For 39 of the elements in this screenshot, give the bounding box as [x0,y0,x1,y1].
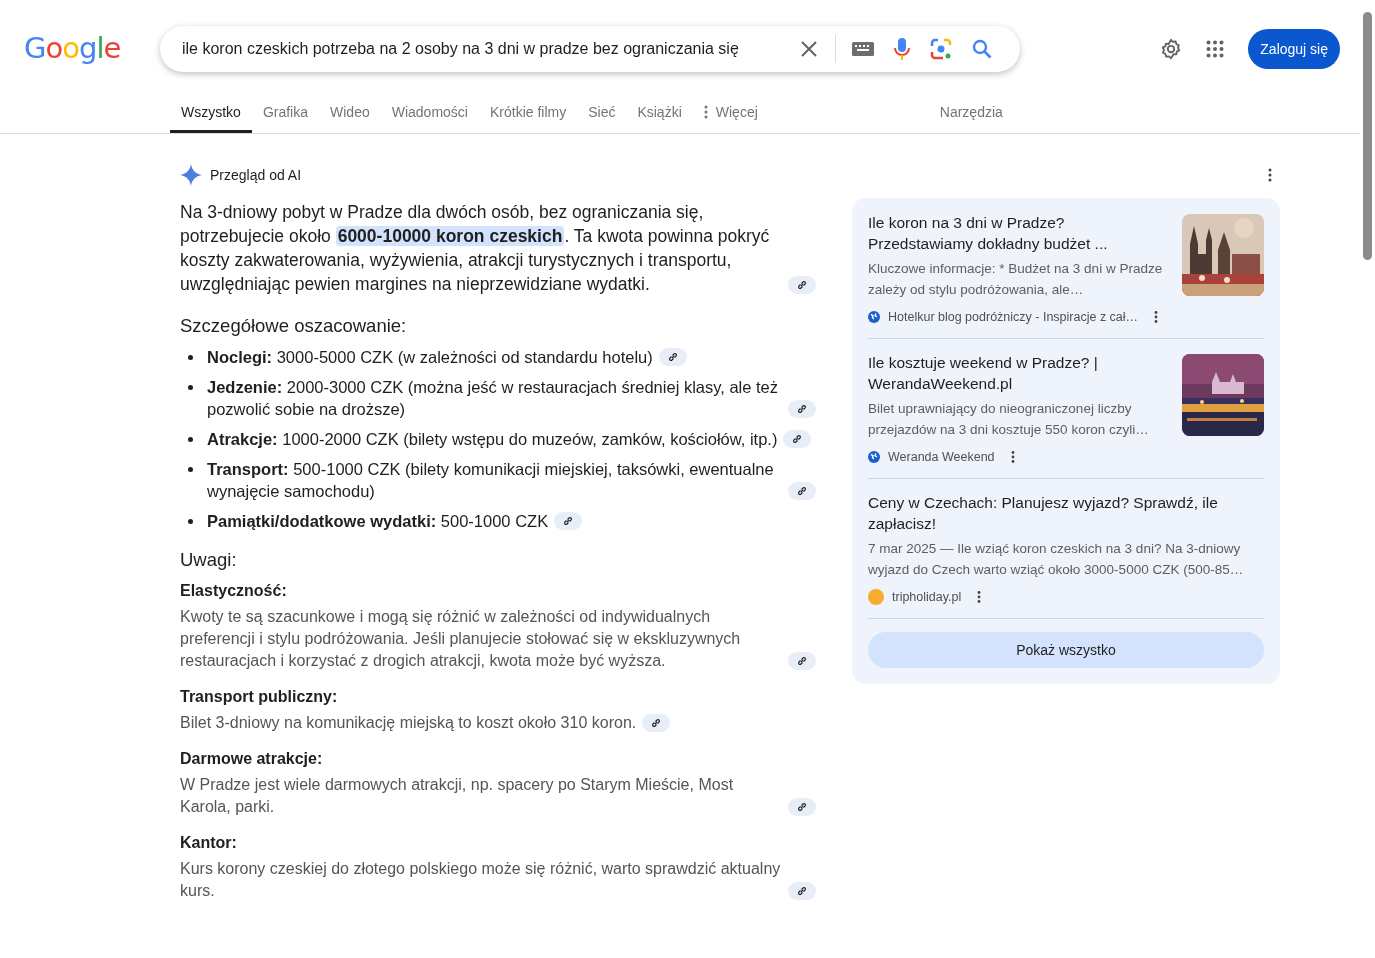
note-text: Kurs korony czeskiej do złotego polskiego może się różnić, warto sprawdzić aktualny kurs. [180,859,782,901]
tab[interactable]: Wszystko [170,104,252,133]
search-input[interactable]: ile koron czeskich potrzeba na 2 osoby na 3 dni w pradze bez ograniczania się [180,39,779,59]
source-snippet: 7 mar 2025 — Ile wziąć koron czeskich na 3 dni? Na 3-dniowy wyjazd do Czech warto wziąć około 3000-5000 CZK (500-85… [868,540,1245,579]
list-item-text: Transport: 500-1000 CZK (bilety komunikacji miejskiej, taksówki, ewentualne wynajęcie samochodu) [207,459,775,502]
note-text: Kwoty te są szacunkowe i mogą się różnić w zależności od indywidualnych preferencji i stylu podróżowania. Jeśli planujecie stołować się w ekskluzywnych restauracjach i korzystać z drogich atrakcji, kwota może być wyższa. [180,607,742,671]
list-item-text: Atrakcje: 1000-2000 CZK (bilety wstępu do muzeów, zamków, kościołów, itp.) [207,429,778,450]
tab[interactable]: Grafika [251,104,319,133]
note-text: W Pradze jest wiele darmowych atrakcji, np. spacery po Starym Mieście, Most Karola, parki. [180,775,735,817]
tab[interactable]: Sieć [577,104,627,133]
note-heading: Darmowe atrakcje: [180,749,324,769]
tab[interactable]: Książki [626,104,693,133]
section-heading: Szczegółowe oszacowanie: [180,314,408,338]
source-site-name: tripholiday.pl [892,590,962,604]
source-snippet: Kluczowe informacje: * Budżet na 3 dni w Pradze zależy od stylu podróżowania, ale… [868,260,1164,299]
tab[interactable]: Wiadomości [380,104,479,133]
tab[interactable]: Wideo [319,104,381,133]
sign-in-button[interactable]: Zaloguj się [1248,29,1340,69]
note-heading: Transport publiczny: [180,687,339,707]
tab[interactable]: Krótkie filmy [478,104,578,133]
list-item-text: Jedzenie: 2000-3000 CZK (można jeść w restauracjach średniej klasy, ale też pozwolić sobie na droższe) [207,377,780,420]
list-item-text: Noclegi: 3000-5000 CZK (w zależności od standardu hotelu) [207,347,653,368]
source-snippet: Bilet uprawniający do nieograniczonej liczby przejazdów na 3 dni kosztuje 550 koron czyli… [868,400,1150,439]
list-item-text: Pamiątki/dodatkowe wydatki: 500-1000 CZK [207,511,549,532]
tab[interactable]: Więcej [692,104,769,133]
source-title-link[interactable]: Ile kosztuje weekend w Pradze? | WerandaWeekend.pl [868,352,1166,394]
ai-overview-title: Przegląd od AI [210,167,302,183]
note-text: Bilet 3-dniowy na komunikację miejską to koszt około 310 koron. [180,713,637,733]
section-heading: Uwagi: [180,548,238,572]
source-site-name: Hotelkur blog podróżniczy - Inspiracje z cał… [888,310,1139,324]
google-logo[interactable]: Google [24,31,136,65]
source-title-link[interactable]: Ceny w Czechach: Planujesz wyjazd? Sprawdź, ile zapłacisz! [868,492,1264,534]
source-title-link[interactable]: Ile koron na 3 dni w Pradze? Przedstawiamy dokładny budżet ... [868,212,1166,254]
tools-tab[interactable]: Narzędzia [928,104,1014,133]
note-heading: Elastyczność: [180,581,288,601]
source-site-name: Weranda Weekend [888,450,995,464]
note-heading: Kantor: [180,833,238,853]
show-all-button[interactable]: Pokaż wszystko [868,632,1264,668]
summary-text: Na 3-dniowy pobyt w Pradze dla dwóch osób, bez ograniczania się, potrzebujecie około 6000-10000 koron czeskich. Ta kwota powinna pokryć koszty zakwaterowania, wyżywienia, atrakcji turystycznych i transportu, uwzględniając pewien margines na nieprzewidziane wydatki. [180,201,771,296]
